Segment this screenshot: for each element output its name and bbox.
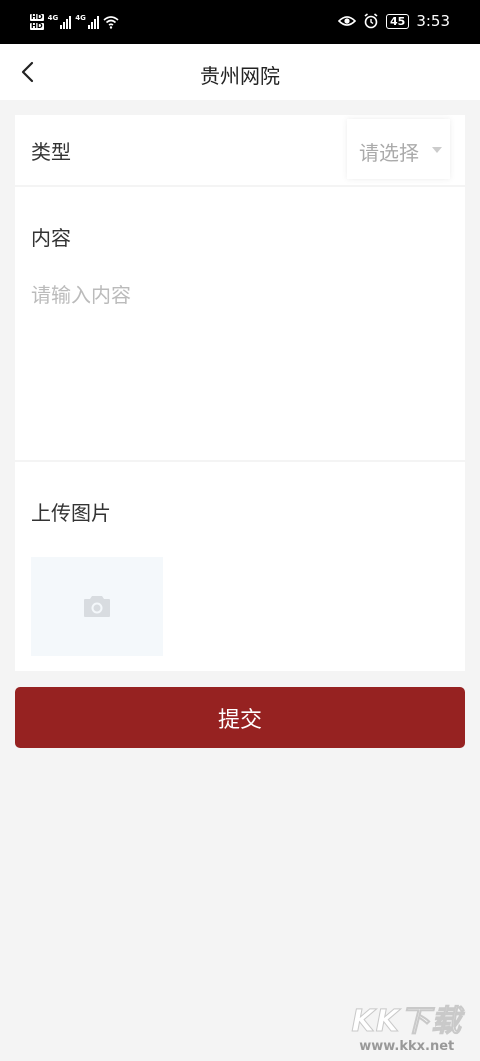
page-title: 贵州网院 bbox=[200, 64, 280, 88]
eye-icon bbox=[338, 16, 356, 26]
watermark-logo: KK下载 bbox=[351, 1004, 462, 1039]
status-bar: HD HD 4G 4G 45 3:53 bbox=[0, 0, 480, 44]
nav-bar: 贵州网院 bbox=[0, 44, 480, 100]
network-type: 4G bbox=[47, 14, 59, 22]
content-label: 内容 bbox=[31, 226, 71, 250]
content-input[interactable] bbox=[31, 279, 449, 439]
type-select[interactable]: 请选择 bbox=[347, 119, 450, 179]
upload-section: 上传图片 bbox=[15, 462, 465, 671]
wifi-icon bbox=[103, 16, 119, 29]
status-left: HD HD 4G 4G bbox=[30, 14, 119, 30]
watermark: KK下载 www.kkx.net bbox=[351, 1004, 463, 1054]
upload-label: 上传图片 bbox=[31, 501, 111, 525]
hd-badges: HD HD bbox=[30, 14, 44, 30]
camera-icon bbox=[84, 596, 110, 617]
type-row: 类型 请选择 bbox=[15, 115, 465, 185]
signal-icon bbox=[87, 15, 99, 29]
network-type: 4G bbox=[75, 14, 86, 22]
status-right: 45 3:53 bbox=[338, 12, 450, 30]
submit-button[interactable]: 提交 bbox=[15, 687, 465, 748]
watermark-url: www.kkx.net bbox=[359, 1039, 455, 1054]
content-section: 内容 bbox=[15, 187, 465, 460]
status-time: 3:53 bbox=[416, 12, 450, 30]
type-select-placeholder: 请选择 bbox=[359, 141, 419, 165]
hd-badge: HD bbox=[30, 22, 44, 30]
battery-icon: 45 bbox=[386, 13, 410, 29]
type-label: 类型 bbox=[31, 140, 71, 164]
upload-image-button[interactable] bbox=[31, 557, 163, 656]
hd-badge: HD bbox=[30, 13, 44, 21]
caret-down-icon bbox=[432, 147, 442, 153]
signal-icon bbox=[60, 15, 72, 29]
alarm-icon bbox=[364, 13, 378, 29]
